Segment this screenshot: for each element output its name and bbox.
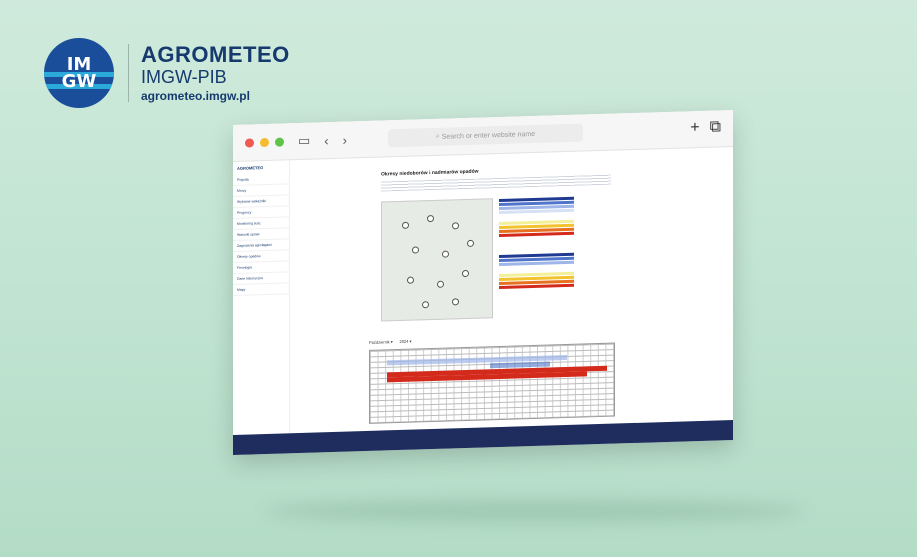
- brand-divider: [128, 44, 129, 102]
- page-title: Okresy niedoborów i nadmiarów opadów: [381, 168, 479, 178]
- zoom-button[interactable]: [275, 136, 284, 147]
- precipitation-map[interactable]: [381, 198, 493, 322]
- tabs-overview-icon[interactable]: ⧉: [710, 118, 721, 135]
- sidebar-toggle-icon[interactable]: ▭: [298, 133, 310, 149]
- imgw-logo: IM GW: [44, 38, 114, 108]
- browser-window: ▭ ‹ › ⌕ Search or enter website name + ⧉ …: [233, 110, 733, 455]
- brand: IM GW AGROMETEO IMGW-PIB agrometeo.imgw.p…: [44, 38, 290, 108]
- web-page: AGROMETEO Pogoda Mrozy Wybrane wskaźniki…: [233, 147, 733, 435]
- back-icon[interactable]: ‹: [324, 133, 328, 148]
- close-button[interactable]: [245, 137, 254, 148]
- main-content: Okresy niedoborów i nadmiarów opadów Paź…: [293, 147, 733, 433]
- address-bar[interactable]: ⌕ Search or enter website name: [388, 123, 583, 148]
- forward-icon[interactable]: ›: [343, 132, 347, 147]
- intro-text: [381, 174, 611, 192]
- precipitation-calendar: [369, 342, 615, 424]
- month-year-selector[interactable]: Październik ▾ 2024 ▾: [369, 339, 412, 345]
- new-tab-button[interactable]: +: [690, 119, 699, 136]
- brand-title: AGROMETEO: [141, 42, 290, 67]
- sidebar-item[interactable]: Mapy: [233, 283, 289, 296]
- sidebar: AGROMETEO Pogoda Mrozy Wybrane wskaźniki…: [233, 160, 290, 435]
- brand-url: agrometeo.imgw.pl: [141, 89, 250, 103]
- minimize-button[interactable]: [260, 137, 269, 147]
- brand-subtitle: IMGW-PIB: [141, 67, 227, 87]
- laptop-shadow: [265, 500, 805, 522]
- map-legend: [499, 196, 574, 290]
